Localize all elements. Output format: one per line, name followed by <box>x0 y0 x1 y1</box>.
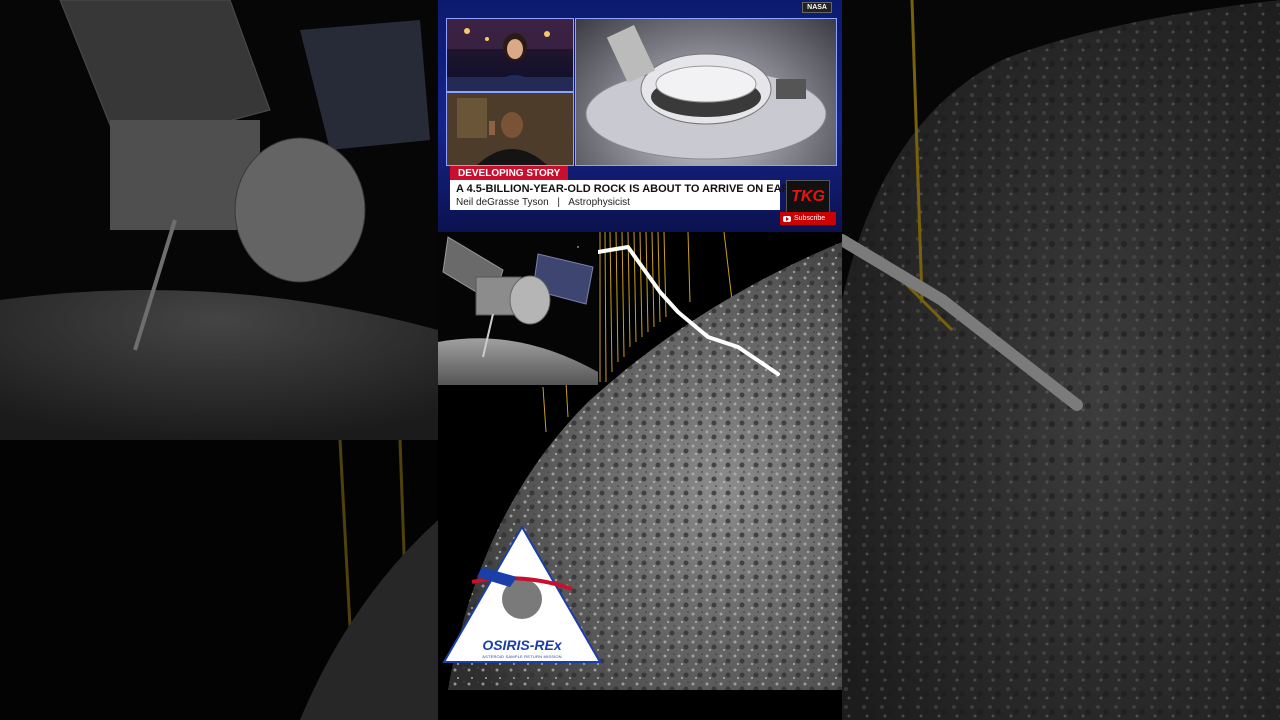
anchor-studio-video <box>446 18 574 92</box>
main-video-column[interactable]: NASA DEVELOPING STORY A 4.5-BILLION-YEAR… <box>438 0 842 720</box>
left-dim-overlay <box>0 0 438 720</box>
guest-title: Astrophysicist <box>568 197 630 208</box>
sample-head-graphic <box>585 25 827 160</box>
byline-separator: | <box>557 197 561 208</box>
mission-logo-title: OSIRIS-REx <box>482 637 562 653</box>
subscribe-button[interactable]: Subscribe <box>780 212 836 225</box>
news-broadcast-frame: NASA DEVELOPING STORY A 4.5-BILLION-YEAR… <box>438 0 842 232</box>
right-background-panel <box>842 0 1280 720</box>
youtube-icon <box>783 215 791 222</box>
mission-logo-subtitle: ASTEROID SAMPLE RETURN MISSION <box>482 654 562 659</box>
right-dim-overlay <box>842 0 1280 720</box>
anchor-figure <box>447 19 573 91</box>
guest-byline: Neil deGrasse Tyson | Astrophysicist <box>456 197 630 208</box>
headline-text: A 4.5-BILLION-YEAR-OLD ROCK IS ABOUT TO … <box>456 183 805 195</box>
channel-logo: TKG <box>786 180 830 214</box>
guest-video <box>446 92 574 166</box>
left-background-panel <box>0 0 438 720</box>
developing-story-tag: DEVELOPING STORY <box>450 166 569 181</box>
lower-third: A 4.5-BILLION-YEAR-OLD ROCK IS ABOUT TO … <box>450 180 804 210</box>
asteroid-approach-scene: OSIRIS-REx ASTEROID SAMPLE RETURN MISSIO… <box>438 232 842 690</box>
sample-capsule-video <box>575 18 837 166</box>
guest-name: Neil deGrasse Tyson <box>456 197 549 208</box>
source-badge: NASA <box>802 2 832 13</box>
mission-logo: OSIRIS-REx ASTEROID SAMPLE RETURN MISSIO… <box>442 527 602 667</box>
spacecraft-inset <box>438 232 598 385</box>
subscribe-label: Subscribe <box>794 215 826 222</box>
bottom-letterbox <box>438 690 842 720</box>
guest-figure <box>447 93 573 165</box>
